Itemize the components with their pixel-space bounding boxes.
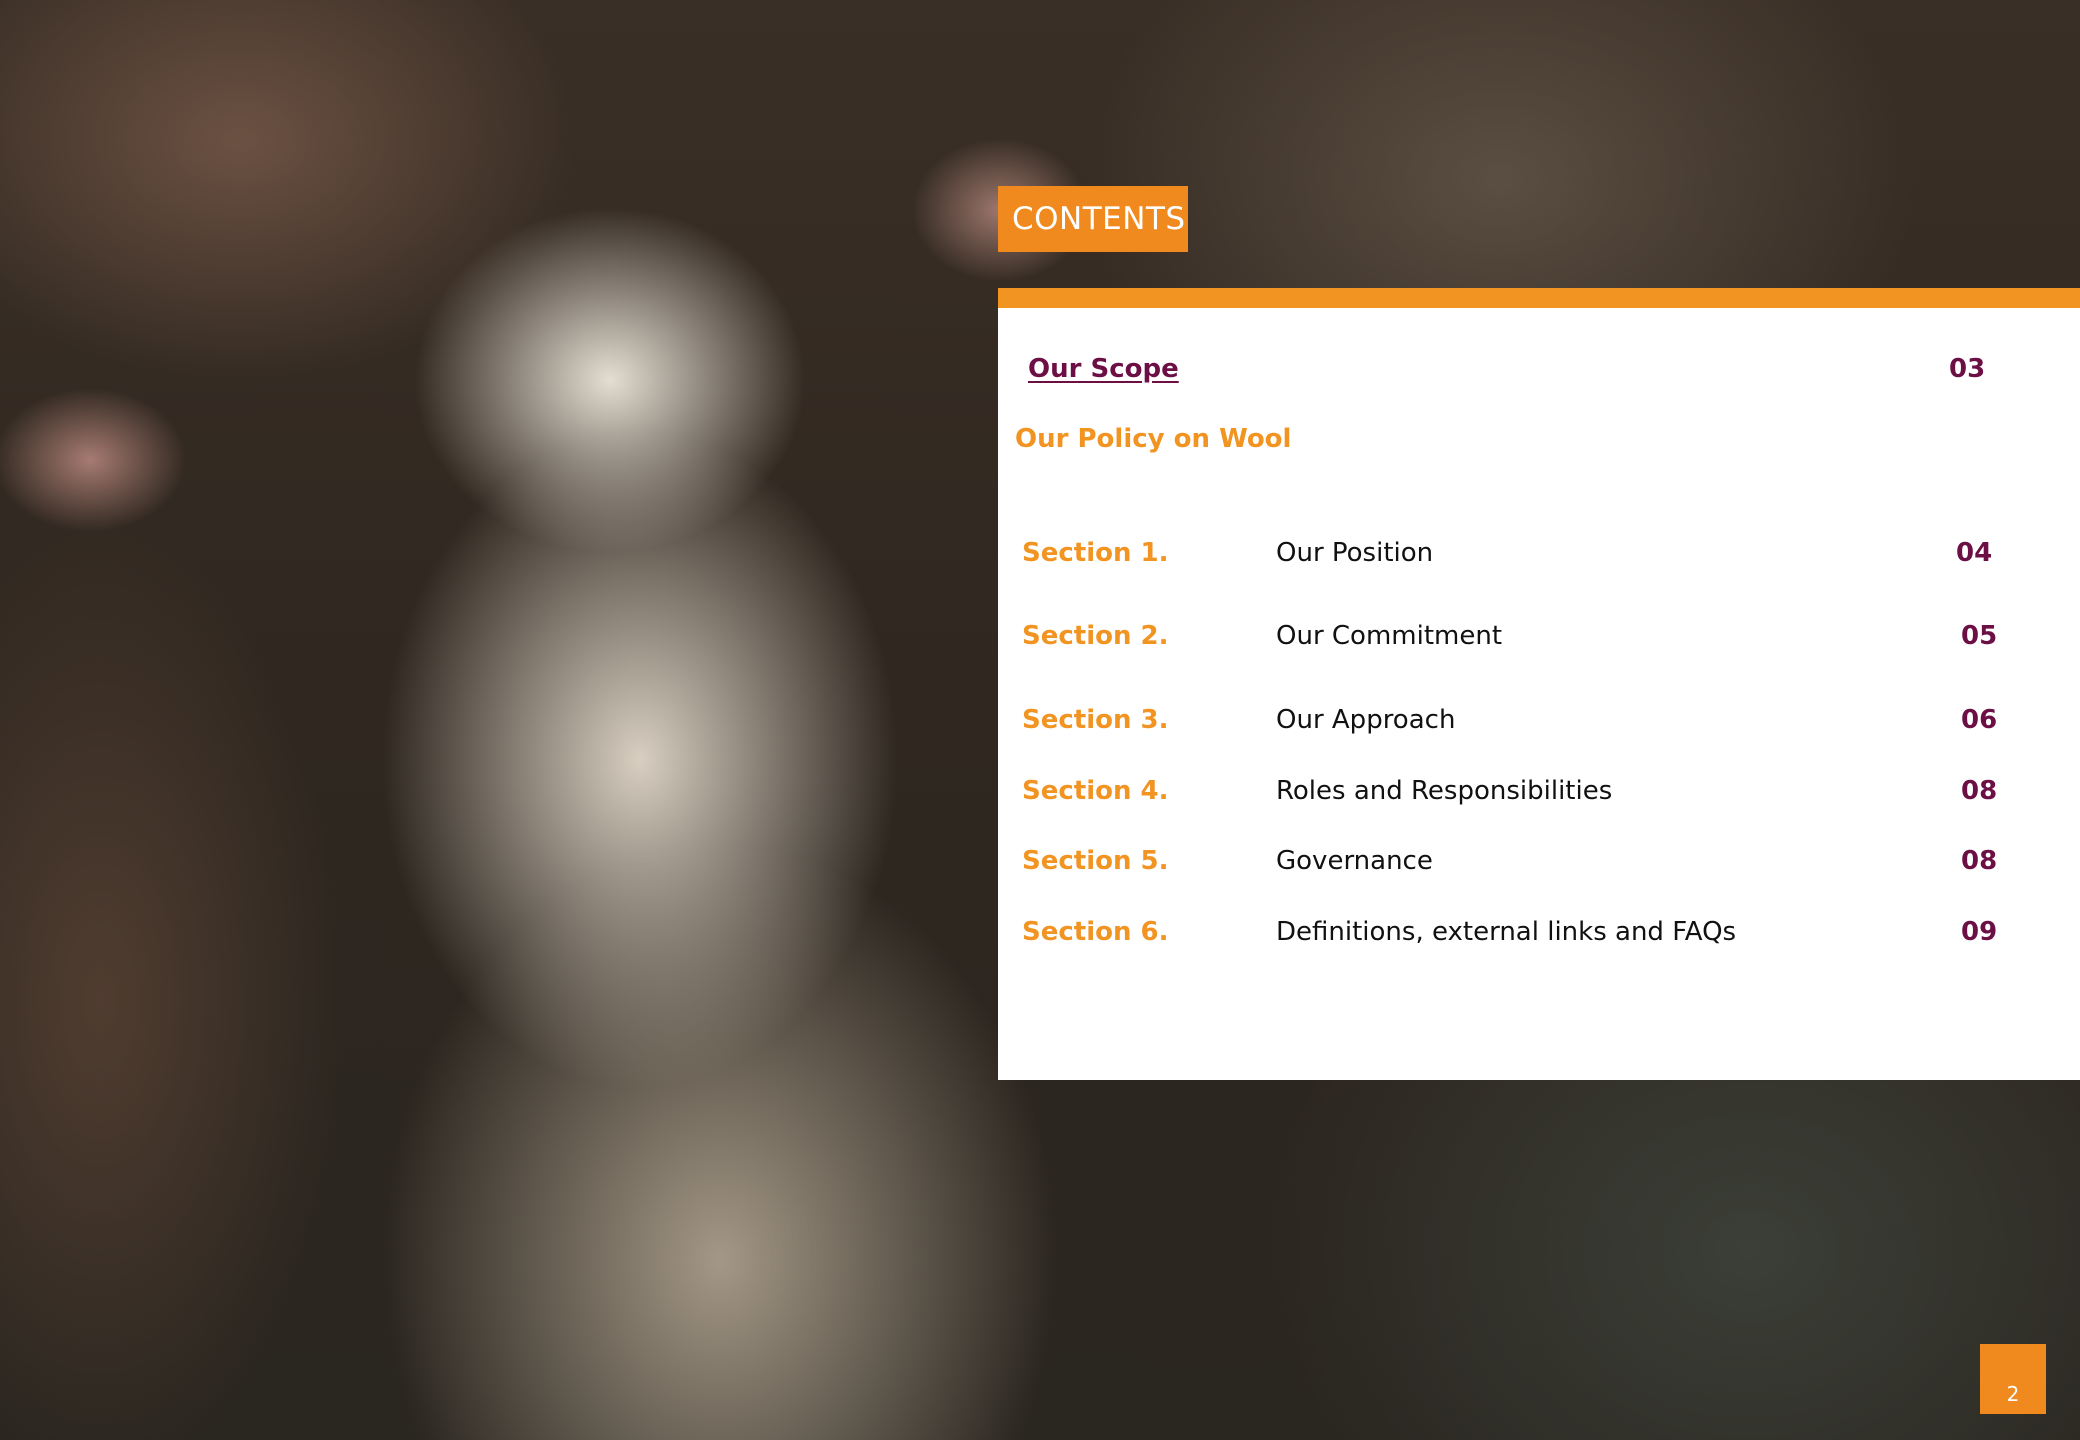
toc-section-title-2[interactable]: Our Commitment [1276,621,1502,651]
policy-heading: Our Policy on Wool [1015,424,1292,454]
toc-section-page-5: 08 [1961,846,1998,876]
toc-section-title-3[interactable]: Our Approach [1276,705,1455,735]
toc-section-label-4: Section 4. [1022,776,1169,806]
page-number-badge: 2 [1980,1344,2046,1414]
toc-section-page-2: 05 [1961,621,1998,651]
toc-section-page-3: 06 [1961,705,1998,735]
toc-section-title-4[interactable]: Roles and Responsibilities [1276,776,1612,806]
toc-link-our-scope[interactable]: Our Scope [1028,354,1179,384]
toc-section-page-6: 09 [1961,917,1998,947]
toc-section-label-5: Section 5. [1022,846,1169,876]
toc-section-title-5[interactable]: Governance [1276,846,1433,876]
toc-section-label-1: Section 1. [1022,538,1169,568]
contents-heading: CONTENTS [998,186,1188,252]
toc-section-label-3: Section 3. [1022,705,1169,735]
contents-panel: Our Scope 03 Our Policy on Wool Section … [998,288,2080,1080]
toc-page-our-scope: 03 [1949,354,1986,384]
toc-section-label-6: Section 6. [1022,917,1169,947]
toc-section-title-6[interactable]: Definitions, external links and FAQs [1276,917,1736,947]
toc-section-title-1[interactable]: Our Position [1276,538,1433,568]
toc-section-page-1: 04 [1956,538,1993,568]
toc-section-page-4: 08 [1961,776,1998,806]
toc-section-label-2: Section 2. [1022,621,1169,651]
